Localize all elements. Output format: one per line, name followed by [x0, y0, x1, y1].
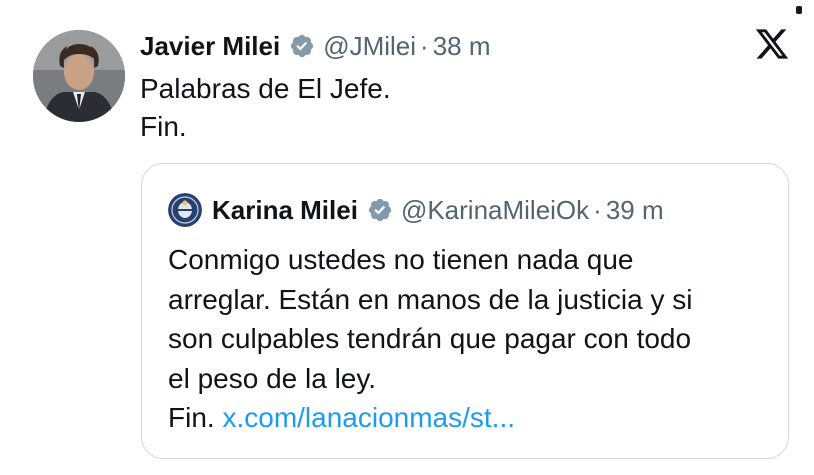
quoted-timestamp[interactable]: 39 m	[606, 195, 664, 226]
quoted-line-prefix: Fin.	[168, 402, 215, 433]
avatar[interactable]	[33, 30, 125, 122]
quoted-avatar[interactable]	[168, 193, 202, 227]
quoted-author-name[interactable]: Karina Milei	[212, 195, 358, 226]
quoted-tweet-body: Conmigo ustedes no tienen nada que arreg…	[168, 240, 692, 438]
quoted-link[interactable]: x.com/lanacionmas/st...	[222, 402, 515, 433]
tweet-header: Javier Milei @JMilei · 38 m	[140, 28, 491, 64]
quoted-line: arreglar. Están en manos de la justicia …	[168, 283, 693, 315]
author-handle[interactable]: @JMilei	[323, 31, 416, 62]
x-logo-icon[interactable]	[754, 26, 790, 62]
author-name[interactable]: Javier Milei	[140, 31, 280, 62]
status-dot	[796, 6, 802, 14]
tweet-line: Fin.	[140, 111, 187, 142]
quoted-line: Conmigo ustedes no tienen nada que	[168, 244, 634, 275]
verified-badge-icon	[368, 198, 392, 222]
tweet-body: Palabras de El Jefe. Fin.	[140, 70, 391, 146]
seal-avatar-icon	[168, 193, 202, 227]
separator-dot: ·	[420, 30, 429, 61]
tweet-line: Palabras de El Jefe.	[140, 73, 391, 104]
verified-badge-icon	[291, 34, 314, 58]
quoted-tweet[interactable]: Karina Milei @KarinaMileiOk · 39 m Conmi…	[141, 163, 789, 459]
quoted-author-handle[interactable]: @KarinaMileiOk	[401, 195, 589, 226]
quoted-line: son culpables tendrán que pagar con todo	[168, 323, 692, 354]
quoted-last-line: Fin. x.com/lanacionmas/st...	[168, 398, 692, 438]
timestamp[interactable]: 38 m	[433, 31, 491, 62]
tweet-card: Javier Milei @JMilei · 38 m Palabras de …	[0, 0, 814, 475]
separator-dot: ·	[593, 194, 602, 225]
quoted-tweet-header: Karina Milei @KarinaMileiOk · 39 m	[168, 192, 664, 228]
avatar-photo-icon	[33, 30, 125, 122]
quoted-line: el peso de la ley.	[168, 362, 377, 394]
